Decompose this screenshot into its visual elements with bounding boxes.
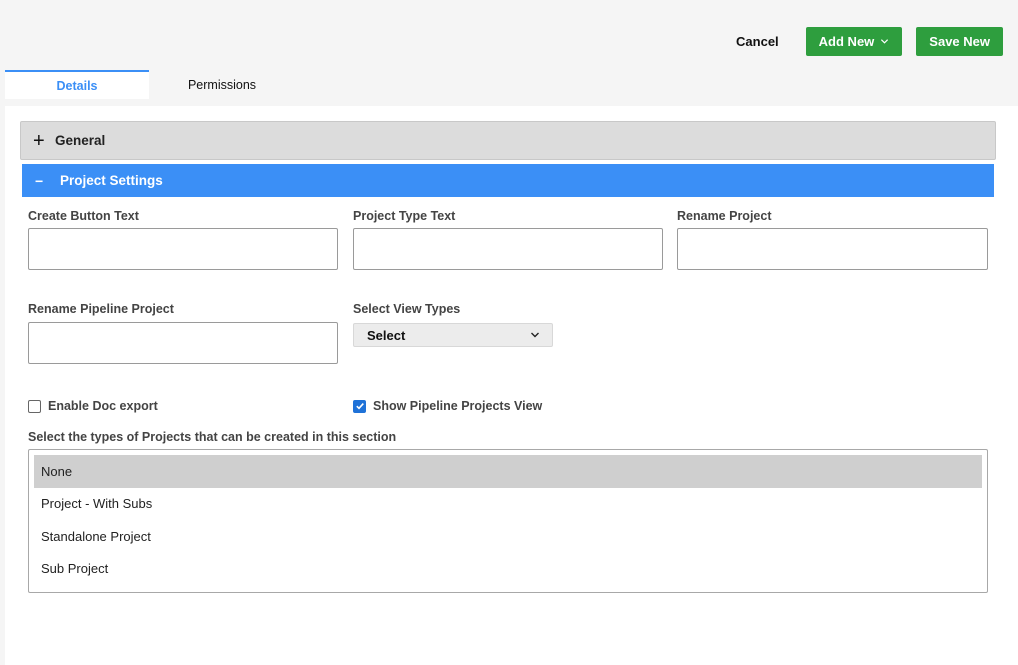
- enable-doc-export-label: Enable Doc export: [48, 399, 158, 413]
- show-pipeline-projects-view-checkbox-row[interactable]: Show Pipeline Projects View: [353, 399, 542, 413]
- select-view-types-dropdown[interactable]: Select: [353, 323, 553, 347]
- chevron-down-icon: [531, 332, 539, 338]
- project-types-label: Select the types of Projects that can be…: [28, 430, 397, 444]
- add-new-button[interactable]: Add New: [805, 27, 903, 56]
- project-types-listbox[interactable]: None Project - With Subs Standalone Proj…: [28, 449, 988, 593]
- list-item[interactable]: None: [34, 455, 982, 488]
- tab-bar: Details Permissions: [5, 70, 295, 99]
- enable-doc-export-checkbox[interactable]: [28, 399, 41, 413]
- show-pipeline-projects-view-checkbox[interactable]: [353, 399, 366, 413]
- rename-project-input[interactable]: [677, 228, 988, 270]
- list-item[interactable]: Sub Project: [34, 553, 982, 586]
- project-settings-section-title: Project Settings: [60, 173, 163, 188]
- project-settings-section-header[interactable]: − Project Settings: [22, 164, 994, 197]
- details-panel: + General − Project Settings Create Butt…: [5, 106, 1018, 665]
- plus-icon: +: [33, 129, 45, 152]
- select-view-types-label: Select View Types: [353, 302, 461, 316]
- enable-doc-export-checkbox-row[interactable]: Enable Doc export: [28, 399, 158, 413]
- checkmark-icon: [355, 403, 364, 410]
- minus-icon: −: [35, 172, 44, 189]
- list-item[interactable]: Standalone Project: [34, 520, 982, 553]
- tab-details[interactable]: Details: [5, 70, 149, 99]
- rename-pipeline-project-input[interactable]: [28, 322, 338, 364]
- rename-pipeline-project-label: Rename Pipeline Project: [28, 302, 174, 316]
- create-button-text-label: Create Button Text: [28, 209, 139, 223]
- action-toolbar: Cancel Add New Save New: [736, 27, 1003, 56]
- save-new-button[interactable]: Save New: [916, 27, 1003, 56]
- select-view-types-value: Select: [367, 327, 406, 343]
- tab-permissions[interactable]: Permissions: [149, 70, 295, 99]
- general-section-header[interactable]: + General: [20, 121, 996, 160]
- add-new-label: Add New: [818, 34, 875, 49]
- list-item[interactable]: Project - With Subs: [34, 488, 982, 521]
- show-pipeline-projects-view-label: Show Pipeline Projects View: [373, 399, 543, 413]
- create-button-text-input[interactable]: [28, 228, 338, 270]
- general-section-title: General: [55, 133, 106, 148]
- project-type-text-input[interactable]: [353, 228, 663, 270]
- rename-project-label: Rename Project: [677, 209, 772, 223]
- chevron-down-icon: [881, 39, 889, 44]
- project-type-text-label: Project Type Text: [353, 209, 456, 223]
- cancel-button[interactable]: Cancel: [736, 34, 779, 49]
